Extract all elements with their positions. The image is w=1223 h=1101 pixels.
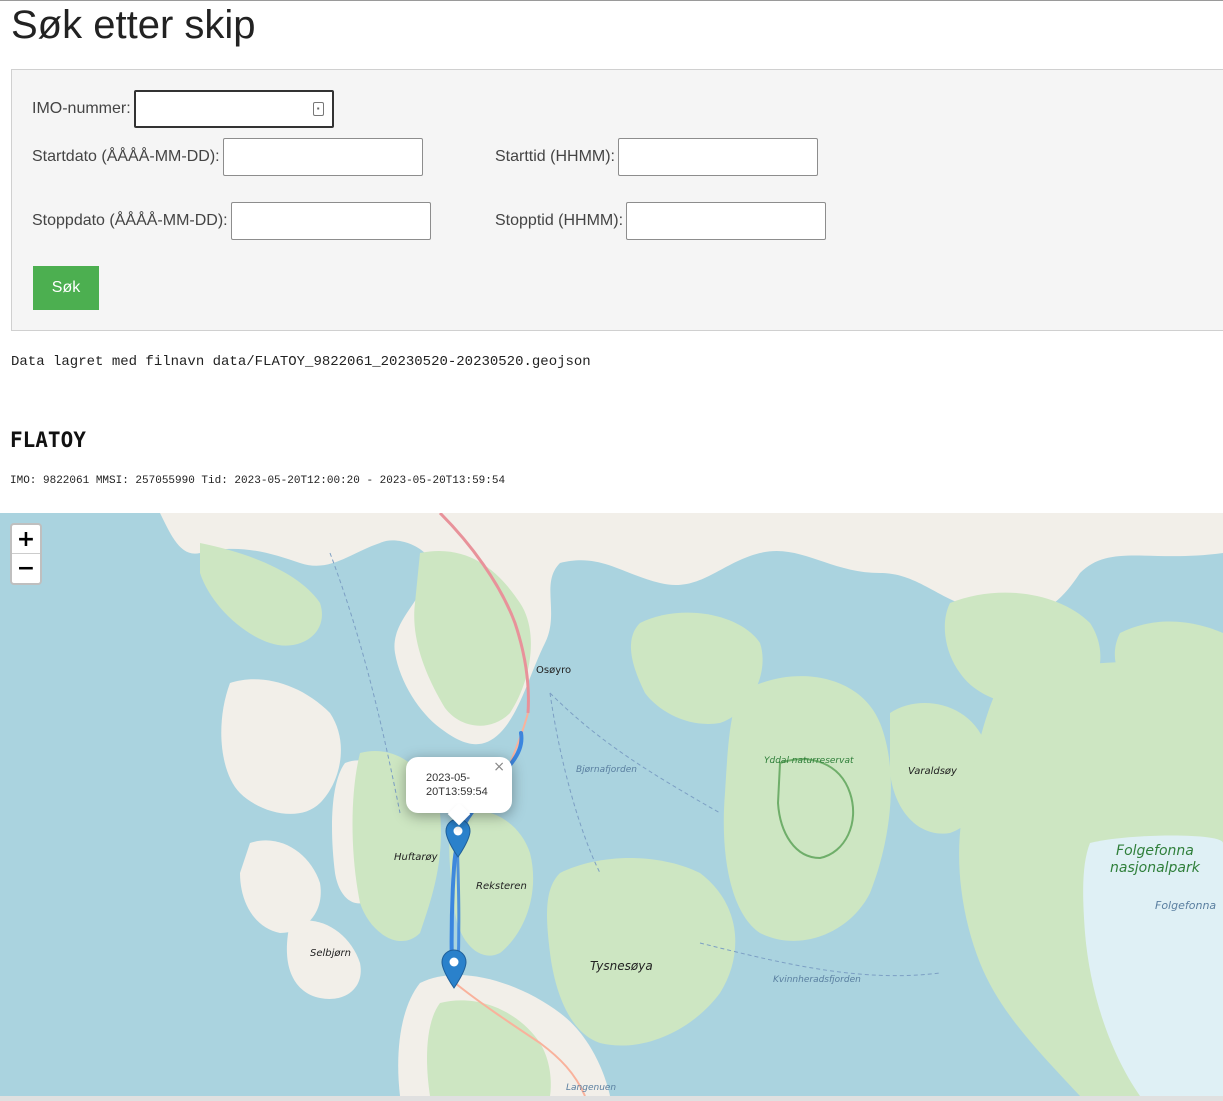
- map-label-folgefonna: Folgefonna: [1155, 899, 1217, 912]
- track-start-marker-icon[interactable]: [441, 949, 467, 989]
- starttime-input[interactable]: [618, 138, 818, 176]
- stoptime-label: Stopptid (HHMM):: [495, 212, 624, 229]
- map-label-reksteren: Reksteren: [476, 881, 527, 892]
- map-label-osoyro: Osøyro: [536, 665, 572, 676]
- startdate-label: Startdato (ÅÅÅÅ-MM-DD):: [32, 148, 220, 165]
- bottom-scrollbar: [0, 1096, 1223, 1101]
- popup-line-1: 2023-05-: [426, 772, 471, 784]
- start-row: Startdato (ÅÅÅÅ-MM-DD):: [32, 138, 423, 176]
- stopdate-label: Stoppdato (ÅÅÅÅ-MM-DD):: [32, 212, 228, 229]
- map-label-bjornafjorden: Bjørnafjorden: [576, 765, 637, 775]
- stopdate-input[interactable]: [230, 202, 431, 240]
- park-line-2: nasjonalpark: [1110, 860, 1200, 876]
- imo-input[interactable]: ▪: [133, 90, 334, 128]
- search-button[interactable]: Søk: [33, 266, 99, 310]
- page-title: Søk etter skip: [11, 3, 256, 47]
- zoom-control: + −: [10, 523, 42, 585]
- map-label-tysnesoya: Tysnesøya: [590, 959, 653, 973]
- map-label-folgefonna-park: Folgefonna nasjonalpark: [1110, 843, 1200, 877]
- map-label-selbjorn: Selbjørn: [310, 948, 351, 959]
- popup-line-2: 20T13:59:54: [426, 786, 488, 798]
- imo-label: IMO-nummer:: [32, 100, 131, 117]
- search-form: IMO-nummer: ▪ Startdato (ÅÅÅÅ-MM-DD): St…: [11, 69, 1223, 331]
- map-tiles: [160, 513, 1223, 1096]
- map-label-varaldsoy: Varaldsøy: [908, 766, 957, 777]
- starttime-label: Starttid (HHMM):: [495, 148, 615, 165]
- ship-info: IMO: 9822061 MMSI: 257055990 Tid: 2023-0…: [10, 475, 506, 487]
- stop-row: Stoppdato (ÅÅÅÅ-MM-DD):: [32, 202, 431, 240]
- map-label-kvinnheradsfjorden: Kvinnheradsfjorden: [773, 975, 861, 985]
- autofill-contact-icon[interactable]: ▪: [312, 102, 324, 116]
- ship-name: FLATOY: [10, 428, 86, 452]
- starttime-row: Starttid (HHMM):: [495, 138, 818, 176]
- park-line-1: Folgefonna: [1116, 843, 1194, 859]
- zoom-out-button[interactable]: −: [12, 554, 40, 583]
- map-label-huftaroy: Huftarøy: [394, 852, 438, 863]
- marker-popup: × 2023-05- 20T13:59:54: [406, 757, 512, 813]
- map[interactable]: + − Osøyro Bjørnafjorden Yddal naturrese…: [0, 513, 1223, 1096]
- popup-close-icon[interactable]: ×: [493, 760, 505, 774]
- map-label-yddal: Yddal naturreservat: [764, 756, 854, 766]
- saved-file-message: Data lagret med filnavn data/FLATOY_9822…: [11, 354, 591, 370]
- startdate-input[interactable]: [222, 138, 423, 176]
- zoom-in-button[interactable]: +: [12, 525, 40, 554]
- stoptime-input[interactable]: [626, 202, 827, 240]
- stoptime-row: Stopptid (HHMM):: [495, 202, 827, 240]
- map-label-langenuen: Langenuen: [566, 1083, 617, 1093]
- imo-row: IMO-nummer: ▪: [32, 90, 334, 128]
